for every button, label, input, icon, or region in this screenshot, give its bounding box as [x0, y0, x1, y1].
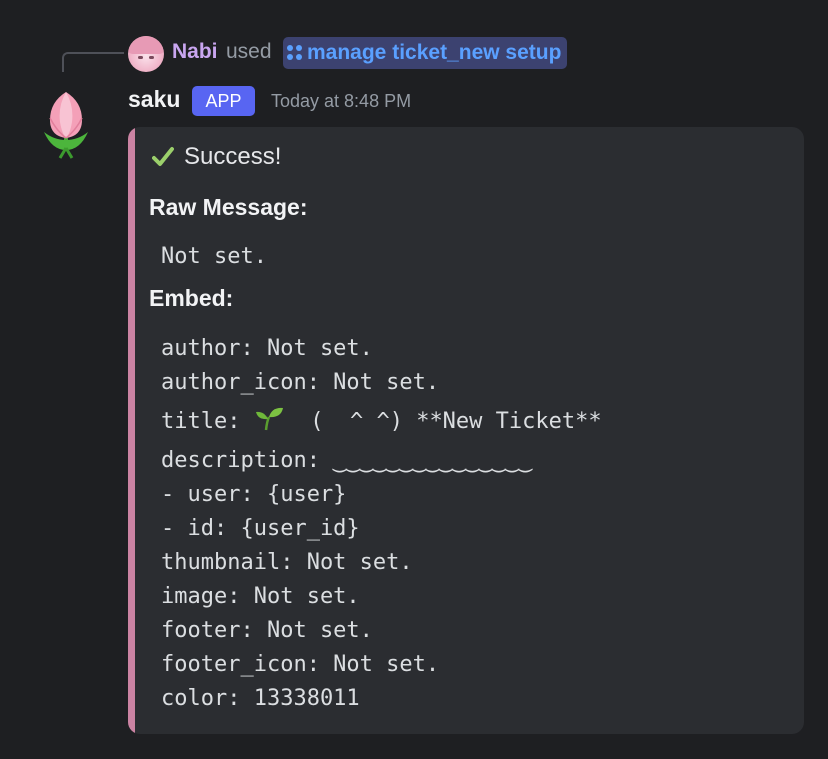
embed-line-user: - user: {user} — [161, 482, 347, 507]
embed-line-image: image: Not set. — [161, 584, 360, 609]
embed-label: Embed: — [149, 285, 234, 311]
embed-line-author-icon: author_icon: Not set. — [161, 370, 440, 395]
embed-line-footer: footer: Not set. — [161, 618, 373, 643]
app-badge: APP — [192, 86, 255, 116]
slash-command-pill[interactable]: manage ticket_new setup — [283, 37, 568, 69]
title-suffix: ( ^ ^) **New Ticket** — [310, 409, 602, 434]
embed-line-title: title: ( ^ ^) **New Ticket** — [161, 405, 602, 439]
embed-line-color: color: 13338011 — [161, 686, 360, 711]
message-author[interactable]: saku — [128, 86, 180, 113]
embed-line-id: - id: {user_id} — [161, 516, 360, 541]
seedling-icon — [255, 407, 283, 431]
embed-status: Success! — [152, 143, 281, 171]
embed-line-thumbnail: thumbnail: Not set. — [161, 550, 413, 575]
embed-line-author: author: Not set. — [161, 336, 373, 361]
status-text: Success! — [184, 143, 282, 170]
title-prefix: title: — [161, 409, 241, 434]
embed-accent-bar — [128, 127, 135, 734]
command-grid-icon — [287, 45, 303, 61]
bot-avatar-tulip-icon[interactable] — [38, 88, 94, 160]
check-icon — [152, 147, 174, 166]
raw-message-value: Not set. — [161, 244, 267, 269]
message-timestamp[interactable]: Today at 8:48 PM — [271, 91, 411, 112]
reply-username[interactable]: Nabi — [172, 40, 218, 64]
raw-message-label: Raw Message: — [149, 194, 308, 220]
embed-line-footer-icon: footer_icon: Not set. — [161, 652, 440, 677]
embed-line-description: description: ‿‿‿‿‿‿‿‿‿‿‿‿‿‿‿ — [161, 448, 532, 473]
reply-connector — [62, 52, 124, 72]
reply-used-text: used — [226, 40, 272, 63]
reply-avatar[interactable] — [128, 36, 164, 72]
slash-command-name: manage ticket_new setup — [307, 41, 562, 64]
embed-card: Success! Raw Message: Not set. Embed: au… — [128, 127, 804, 734]
